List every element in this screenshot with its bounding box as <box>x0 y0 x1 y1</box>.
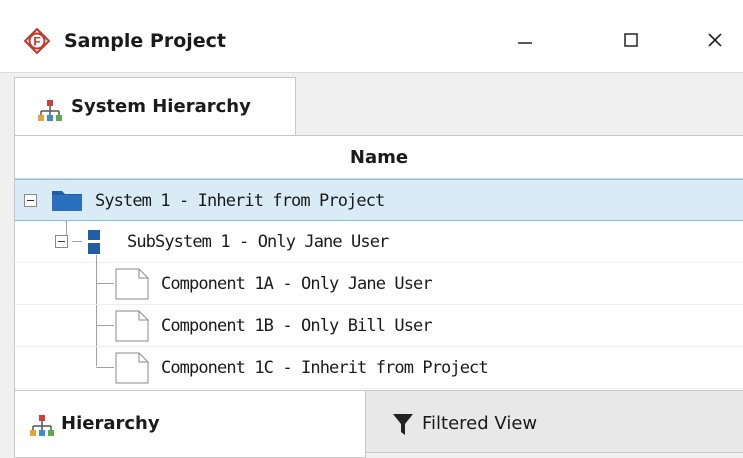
hierarchy-icon <box>30 415 54 436</box>
tree-row-label: Component 1C - Inherit from Project <box>161 358 489 378</box>
collapse-toggle[interactable] <box>24 194 37 207</box>
column-header-name[interactable]: Name <box>15 136 743 179</box>
tree-row-subsystem[interactable]: SubSystem 1 - Only Jane User <box>15 221 743 263</box>
tree-connector <box>96 367 114 368</box>
app-window: F Sample Project System Hierarchy Name S… <box>0 0 743 458</box>
close-icon <box>708 33 722 47</box>
tree-connector <box>72 241 82 242</box>
filter-icon <box>393 414 413 435</box>
folder-icon <box>52 191 82 211</box>
component-icon <box>115 310 149 342</box>
window-title: Sample Project <box>64 30 227 52</box>
collapse-toggle[interactable] <box>55 235 68 248</box>
tree-row-component[interactable]: Component 1A - Only Jane User <box>15 263 743 305</box>
tree-row-label: System 1 - Inherit from Project <box>95 191 385 211</box>
tree-row-label: Component 1A - Only Jane User <box>161 274 433 294</box>
tab-filtered-view[interactable]: Filtered View <box>366 391 743 453</box>
minimize-icon <box>518 42 532 44</box>
tree-connector <box>96 325 114 326</box>
tree-row-system[interactable]: System 1 - Inherit from Project <box>15 179 743 221</box>
tab-label: System Hierarchy <box>71 96 251 117</box>
tree-row-component[interactable]: Component 1B - Only Bill User <box>15 305 743 347</box>
subsystem-icon <box>88 230 100 254</box>
top-tab-strip: System Hierarchy <box>0 73 743 135</box>
component-icon <box>115 268 149 300</box>
tab-label: Hierarchy <box>61 413 160 434</box>
maximize-button[interactable] <box>606 20 656 60</box>
f-logo-icon: F <box>24 28 50 54</box>
tree-row-label: Component 1B - Only Bill User <box>161 316 433 336</box>
minimize-button[interactable] <box>500 20 550 60</box>
tree-connector <box>66 221 67 235</box>
bottom-tab-strip: Hierarchy Filtered View <box>0 391 743 458</box>
maximize-icon <box>624 33 638 47</box>
tab-label: Filtered View <box>422 413 538 434</box>
tree-row-label: SubSystem 1 - Only Jane User <box>127 232 389 252</box>
title-bar: F Sample Project <box>0 0 743 73</box>
tab-system-hierarchy[interactable]: System Hierarchy <box>14 77 296 135</box>
hierarchy-tree: Name System 1 - Inherit from Project Sub… <box>14 135 743 391</box>
tree-connector <box>96 283 114 284</box>
svg-text:F: F <box>33 35 40 49</box>
component-icon <box>115 352 149 384</box>
close-button[interactable] <box>690 20 740 60</box>
tree-row-component[interactable]: Component 1C - Inherit from Project <box>15 347 743 389</box>
hierarchy-icon <box>38 100 62 121</box>
tab-hierarchy[interactable]: Hierarchy <box>14 391 366 458</box>
